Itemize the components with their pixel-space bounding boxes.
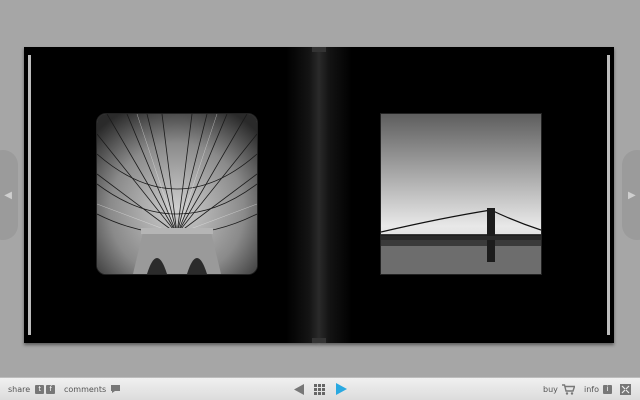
prev-button[interactable] [294, 378, 304, 400]
fullscreen-icon [620, 383, 631, 395]
spine-cap-top [312, 47, 326, 52]
triangle-right-icon [336, 383, 347, 395]
chevron-right-icon: ▶ [628, 189, 636, 201]
cart-icon [561, 383, 575, 395]
bottom-toolbar: share t f comments buy info i [0, 377, 640, 400]
share-label: share [8, 384, 31, 394]
bridge-cables-photo[interactable] [96, 113, 258, 275]
fullscreen-button[interactable] [620, 378, 631, 400]
next-page-arrow[interactable]: ▶ [622, 150, 640, 240]
grid-view-button[interactable] [314, 378, 325, 400]
next-button[interactable] [336, 378, 347, 400]
bridge-skyline-photo[interactable] [380, 113, 542, 275]
comments-control[interactable]: comments [64, 378, 121, 400]
comments-label: comments [64, 384, 107, 394]
speech-bubble-icon [111, 385, 121, 393]
triangle-left-icon [294, 383, 304, 395]
info-control[interactable]: info i [584, 378, 613, 400]
left-page-edge [28, 55, 31, 335]
spine-cap-bottom [312, 338, 326, 343]
book-gutter [286, 47, 352, 343]
info-icon: i [603, 384, 613, 394]
twitter-icon[interactable]: t [35, 384, 45, 394]
book-spread [24, 47, 614, 343]
grid-icon [314, 383, 325, 395]
share-control[interactable]: share t f [8, 378, 56, 400]
prev-page-arrow[interactable]: ◀ [0, 150, 18, 240]
facebook-icon[interactable]: f [46, 384, 56, 394]
info-label: info [584, 384, 600, 394]
right-page-edge [607, 55, 610, 335]
chevron-left-icon: ◀ [4, 189, 12, 201]
buy-label: buy [543, 384, 558, 394]
buy-control[interactable]: buy [543, 378, 575, 400]
